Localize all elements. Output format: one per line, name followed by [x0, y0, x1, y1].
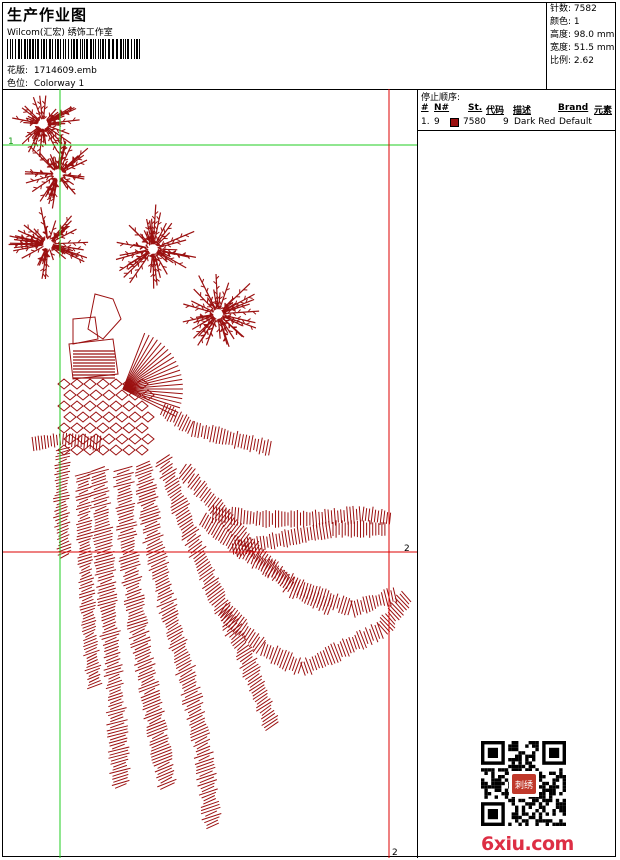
color-count: 颜色: 1 — [550, 17, 580, 27]
page-title: 生产作业图 — [7, 6, 88, 24]
color-swatch — [450, 118, 459, 130]
col-stitches: St. — [468, 103, 483, 113]
colorway-label: 色位: — [7, 79, 29, 89]
table-row[interactable]: 1. 9 7580 9 Dark Red Default — [420, 117, 614, 129]
row-needle: 9 — [434, 117, 440, 127]
design-file: 1714609.emb — [33, 66, 97, 76]
stitch-count: 针数: 7582 — [550, 4, 597, 14]
col-index: # — [421, 103, 429, 113]
watermark-logo: 6xiu.com — [481, 833, 574, 855]
stop-sequence-header: # N# St. 代码 描述 Brand 元素 — [420, 103, 614, 116]
row-brand: Default — [559, 117, 592, 127]
qr-badge-text: 刺绣 — [515, 779, 533, 791]
design-label: 花版: — [7, 66, 29, 76]
header: 生产作业图 Wilcom(汇宏) 绣饰工作室 花版: 1714609.emb 色… — [3, 3, 615, 90]
green-guide-label: 1 — [8, 137, 14, 147]
stats-panel: 针数: 7582 颜色: 1 高度: 98.0 mm 宽度: 51.5 mm 比… — [546, 3, 616, 89]
colorway-name: Colorway 1 — [33, 79, 85, 89]
embroidery-preview — [3, 89, 417, 858]
col-needle: N# — [434, 103, 450, 113]
studio-name: Wilcom(汇宏) 绣饰工作室 — [7, 28, 113, 38]
colorway-line: 色位: Colorway 1 — [7, 76, 84, 89]
barcode — [7, 39, 140, 59]
qr-code[interactable]: 刺绣 — [481, 741, 569, 827]
design-file-line: 花版: 1714609.emb — [7, 63, 97, 76]
row-stitches: 7580 — [463, 117, 486, 127]
col-code: 代码 — [486, 106, 505, 116]
col-element: 元素 — [594, 106, 613, 116]
embroidery-artwork — [8, 95, 412, 830]
row-description: Dark Red — [514, 117, 556, 127]
table-divider — [418, 130, 616, 131]
red-guide-label-bottom: 2 — [392, 848, 398, 858]
col-description: 描述 — [513, 106, 532, 116]
row-code: 9 — [503, 117, 509, 127]
col-brand: Brand — [558, 103, 589, 113]
red-guide-label-right: 2 — [404, 544, 410, 554]
production-sheet: 生产作业图 Wilcom(汇宏) 绣饰工作室 花版: 1714609.emb 色… — [2, 2, 616, 858]
stop-sequence-title: 停止顺序: — [421, 93, 461, 103]
design-height: 高度: 98.0 mm — [550, 30, 615, 40]
scale-ratio: 比例: 2.62 — [550, 56, 594, 66]
design-width: 宽度: 51.5 mm — [550, 43, 615, 53]
row-index: 1. — [421, 117, 430, 127]
design-canvas[interactable]: 1 2 2 — [3, 89, 417, 858]
